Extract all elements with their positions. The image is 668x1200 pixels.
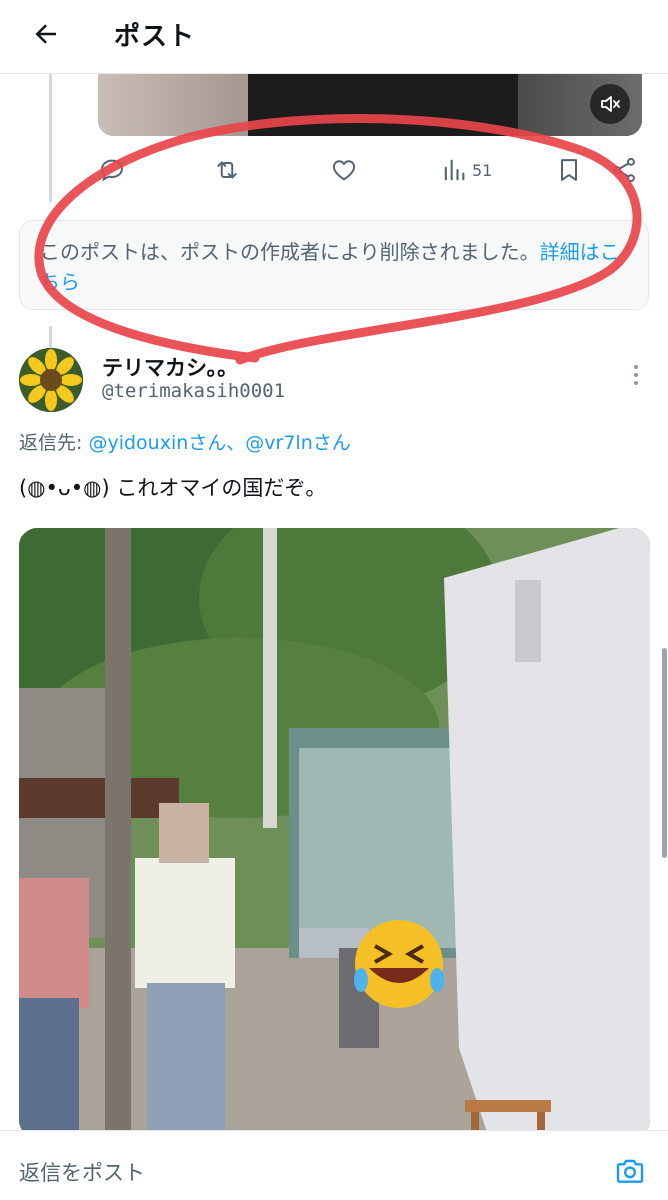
top-bar: ポスト — [0, 0, 668, 74]
like-icon — [332, 160, 356, 181]
reply-mentions[interactable]: @yidouxinさん、@vr7lnさん — [88, 432, 350, 454]
user-handle[interactable]: @terimakasih0001 — [102, 380, 285, 402]
views-button[interactable]: 51 — [440, 150, 492, 190]
bookmark-button[interactable] — [555, 150, 583, 190]
views-icon — [444, 159, 465, 181]
deleted-notice-text: このポストは、ポストの作成者により削除されました。 — [40, 240, 540, 264]
views-count: 51 — [472, 160, 493, 180]
more-icon[interactable] — [624, 360, 648, 390]
previous-post-video[interactable] — [98, 74, 642, 136]
post-action-bar: 51 — [98, 150, 644, 190]
share-button[interactable] — [610, 150, 638, 190]
reply-icon — [101, 159, 123, 182]
retweet-icon — [217, 161, 237, 179]
post-photo[interactable] — [19, 528, 650, 1138]
reply-input[interactable]: 返信をポスト — [19, 1157, 145, 1187]
camera-icon[interactable] — [612, 1153, 648, 1189]
mute-icon[interactable] — [590, 84, 630, 124]
reply-to-line: 返信先: @yidouxinさん、@vr7lnさん — [19, 428, 351, 455]
bookmark-icon — [561, 159, 577, 181]
thread-connector — [49, 326, 52, 348]
deleted-post-notice: このポストは、ポストの作成者により削除されました。詳細はこちら — [19, 220, 649, 310]
thread-connector — [49, 74, 52, 202]
reply-composer: 返信をポスト — [0, 1130, 668, 1200]
back-arrow-icon[interactable] — [26, 14, 66, 54]
scrollbar[interactable] — [662, 648, 667, 858]
like-button[interactable] — [330, 150, 358, 190]
reply-button[interactable] — [98, 150, 126, 190]
retweet-button[interactable] — [213, 150, 241, 190]
page-title: ポスト — [114, 22, 196, 52]
share-icon — [613, 157, 635, 183]
display-name[interactable]: テリマカシ。。 — [102, 352, 238, 382]
avatar[interactable] — [19, 348, 83, 412]
post-text: (◍•ᴗ•◍) これオマイの国だぞ。 — [19, 476, 327, 500]
reply-to-label: 返信先: — [19, 432, 89, 454]
